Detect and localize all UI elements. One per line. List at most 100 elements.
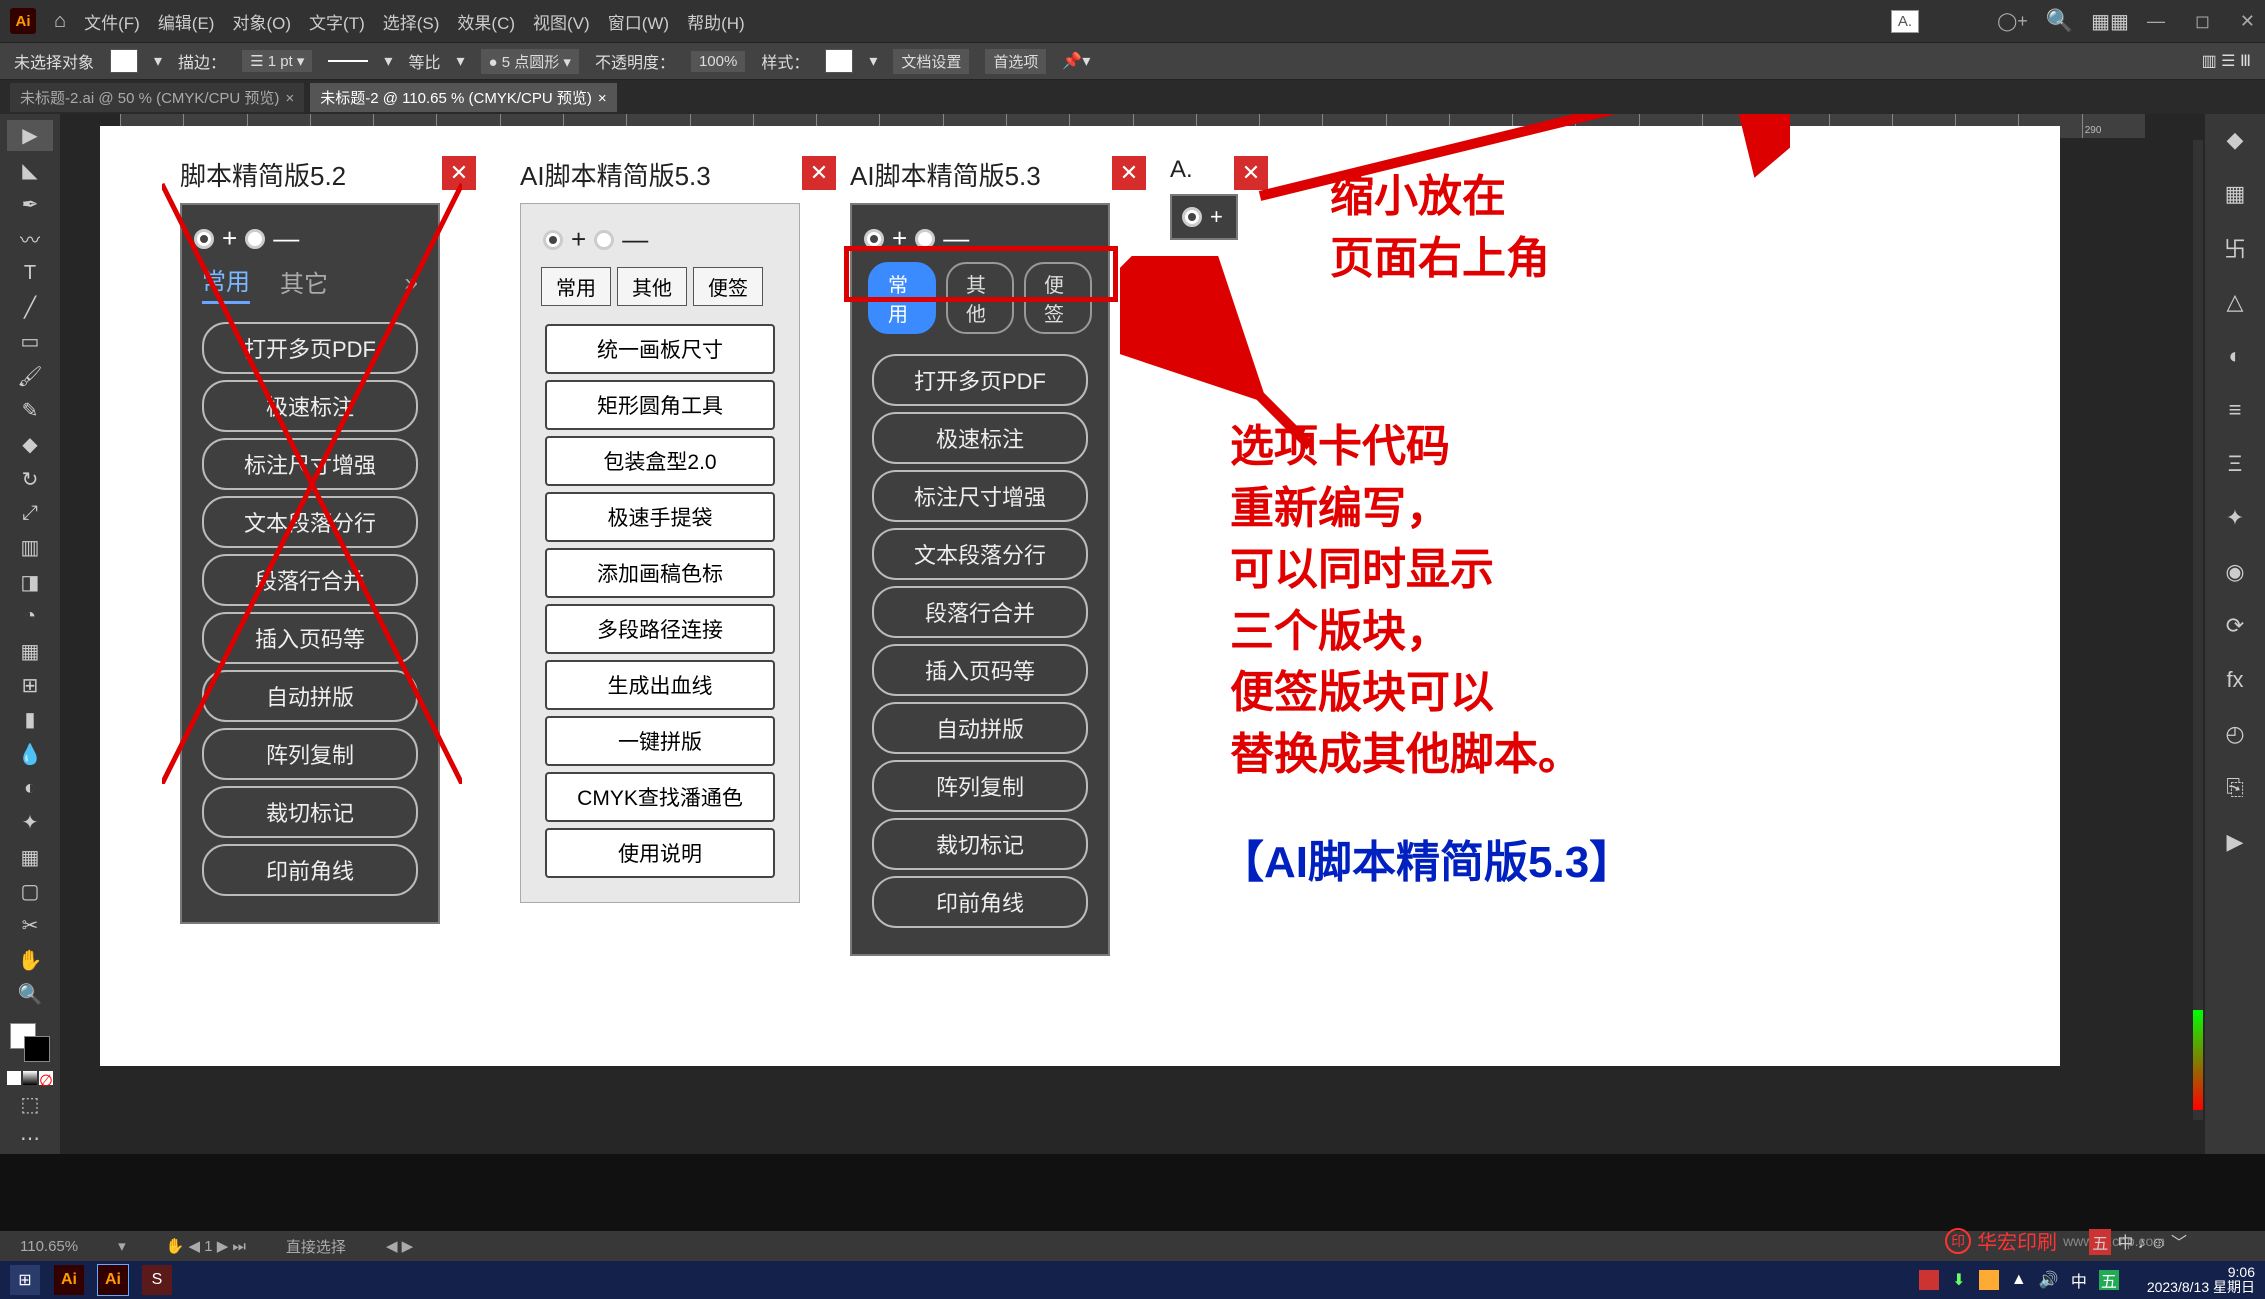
graph-tool[interactable]: ▦ — [7, 842, 53, 873]
fx-icon[interactable]: fx — [2215, 660, 2255, 700]
color-icon[interactable]: ◐ — [2215, 336, 2255, 376]
layers-icon[interactable]: ▦ — [2215, 174, 2255, 214]
tab-other[interactable]: 其它 — [280, 264, 328, 303]
btn-array-copy[interactable]: 阵列复制 — [872, 760, 1088, 812]
ime-icon[interactable]: 中 — [2069, 1270, 2089, 1290]
edit-toolbar[interactable]: ⋯ — [7, 1123, 53, 1154]
start-button[interactable]: ⊞ — [10, 1265, 40, 1295]
menu-view[interactable]: 视图(V) — [533, 9, 590, 34]
none-mode-icon[interactable]: ∅ — [39, 1071, 53, 1085]
blend-tool[interactable]: ◐ — [7, 773, 53, 804]
transparency-icon[interactable]: ◉ — [2215, 552, 2255, 592]
panel-close-button[interactable]: ✕ — [1234, 156, 1268, 190]
menu-text[interactable]: 文字(T) — [309, 9, 365, 34]
style-swatch[interactable] — [825, 49, 853, 73]
links-icon[interactable]: ⎘ — [2215, 768, 2255, 808]
menu-object[interactable]: 对象(O) — [232, 9, 291, 34]
panel-close-button[interactable]: ✕ — [802, 156, 836, 190]
menu-select[interactable]: 选择(S) — [383, 9, 440, 34]
btn-page-number[interactable]: 插入页码等 — [202, 612, 418, 664]
close-tab-icon[interactable]: × — [285, 90, 294, 107]
btn-onekey-impose[interactable]: 一键拼版 — [545, 716, 775, 766]
panel-toggle-icon[interactable]: ▥ ☰ Ⅲ — [2202, 51, 2251, 71]
btn-array-copy[interactable]: 阵列复制 — [202, 728, 418, 780]
direct-select-tool[interactable]: ◣ — [7, 154, 53, 185]
screen-mode[interactable]: ⬚ — [7, 1088, 53, 1119]
tab-common[interactable]: 常用 — [202, 262, 250, 304]
zoom-value[interactable]: 110.65% — [20, 1238, 78, 1255]
close-tab-icon[interactable]: × — [598, 90, 607, 107]
expand-icon[interactable]: » — [405, 269, 418, 297]
tray-icon[interactable] — [1979, 1270, 1999, 1290]
stroke-weight[interactable]: ☰ 1 pt ▾ — [242, 50, 312, 72]
btn-cmyk-pantone[interactable]: CMYK查找潘通色 — [545, 772, 775, 822]
curvature-tool[interactable]: 〰 — [7, 223, 53, 254]
opacity-value[interactable]: 100% — [691, 51, 745, 72]
tray-up-icon[interactable]: ▲ — [2009, 1270, 2029, 1290]
btn-page-number[interactable]: 插入页码等 — [872, 644, 1088, 696]
btn-add-swatch[interactable]: 添加画稿色标 — [545, 548, 775, 598]
home-icon[interactable]: ⌂ — [54, 10, 66, 33]
btn-bleed[interactable]: 生成出血线 — [545, 660, 775, 710]
btn-prepress-corner[interactable]: 印前角线 — [872, 876, 1088, 928]
btn-dim-enhance[interactable]: 标注尺寸增强 — [202, 438, 418, 490]
taskbar-ai-2[interactable]: Ai — [98, 1265, 128, 1295]
refresh-icon[interactable]: ⟳ — [2215, 606, 2255, 646]
tab-notes[interactable]: 便签 — [693, 267, 763, 306]
btn-auto-impose[interactable]: 自动拼版 — [202, 670, 418, 722]
doc-tab-2[interactable]: 未标题-2 @ 110.65 % (CMYK/CPU 预览)× — [310, 83, 616, 112]
history-icon[interactable]: ◴ — [2215, 714, 2255, 754]
play-icon[interactable]: ▶ — [2215, 822, 2255, 862]
minimized-panel-dock[interactable]: A. — [1891, 10, 1919, 33]
zoom-tool[interactable]: 🔍 — [7, 979, 53, 1010]
clock[interactable]: 9:062023/8/13 星期日 — [2147, 1265, 2255, 1296]
btn-fast-annotate[interactable]: 极速标注 — [202, 380, 418, 432]
perspective-tool[interactable]: ▦ — [7, 635, 53, 666]
stroke-icon[interactable]: Ξ — [2215, 444, 2255, 484]
btn-round-rect[interactable]: 矩形圆角工具 — [545, 380, 775, 430]
menu-window[interactable]: 窗口(W) — [608, 9, 669, 34]
properties-icon[interactable]: ◆ — [2215, 120, 2255, 160]
symbols-icon[interactable]: ✦ — [2215, 498, 2255, 538]
brush-preset[interactable]: ● 5 点圆形 ▾ — [481, 49, 579, 74]
maximize-icon[interactable]: ◻ — [2195, 11, 2210, 32]
btn-box-2[interactable]: 包装盒型2.0 — [545, 436, 775, 486]
btn-auto-impose[interactable]: 自动拼版 — [872, 702, 1088, 754]
btn-para-merge[interactable]: 段落行合并 — [872, 586, 1088, 638]
btn-dim-enhance[interactable]: 标注尺寸增强 — [872, 470, 1088, 522]
taskbar-ai-1[interactable]: Ai — [54, 1265, 84, 1295]
taskbar-app[interactable]: S — [142, 1265, 172, 1295]
doc-tab-1[interactable]: 未标题-2.ai @ 50 % (CMYK/CPU 预览)× — [10, 83, 304, 112]
menu-file[interactable]: 文件(F) — [84, 9, 140, 34]
rect-tool[interactable]: ▭ — [7, 326, 53, 357]
btn-crop-marks[interactable]: 裁切标记 — [872, 818, 1088, 870]
mesh-tool[interactable]: ⊞ — [7, 670, 53, 701]
btn-prepress-corner[interactable]: 印前角线 — [202, 844, 418, 896]
panel-close-button[interactable]: ✕ — [1112, 156, 1146, 190]
color-mode-icon[interactable] — [7, 1071, 21, 1085]
tray-icon[interactable]: 五 — [2099, 1270, 2119, 1290]
circle-plus-icon[interactable]: ◯+ — [1997, 11, 2028, 32]
fill-swatch[interactable] — [110, 49, 138, 73]
rotate-tool[interactable]: ↻ — [7, 464, 53, 495]
uniform-scale[interactable]: 等比 — [408, 49, 440, 73]
panel-close-button[interactable]: ✕ — [442, 156, 476, 190]
free-transform[interactable]: ◨ — [7, 567, 53, 598]
gradient-mode-icon[interactable] — [23, 1071, 37, 1085]
btn-manual[interactable]: 使用说明 — [545, 828, 775, 878]
btn-fast-annotate[interactable]: 极速标注 — [872, 412, 1088, 464]
search-icon[interactable]: 🔍 — [2046, 8, 2073, 34]
shaper-tool[interactable]: ✎ — [7, 395, 53, 426]
tab-other[interactable]: 其他 — [617, 267, 687, 306]
btn-crop-marks[interactable]: 裁切标记 — [202, 786, 418, 838]
tray-icon[interactable] — [1919, 1270, 1939, 1290]
btn-text-split[interactable]: 文本段落分行 — [872, 528, 1088, 580]
type-tool[interactable]: T — [7, 257, 53, 288]
eraser-tool[interactable]: ◆ — [7, 429, 53, 460]
pin-icon[interactable]: 📌▾ — [1062, 51, 1090, 71]
menu-help[interactable]: 帮助(H) — [687, 9, 745, 34]
fill-stroke-swatches[interactable] — [10, 1023, 50, 1062]
swatches-icon[interactable]: △ — [2215, 282, 2255, 322]
shape-builder[interactable]: ◔ — [7, 601, 53, 632]
btn-fast-bag[interactable]: 极速手提袋 — [545, 492, 775, 542]
